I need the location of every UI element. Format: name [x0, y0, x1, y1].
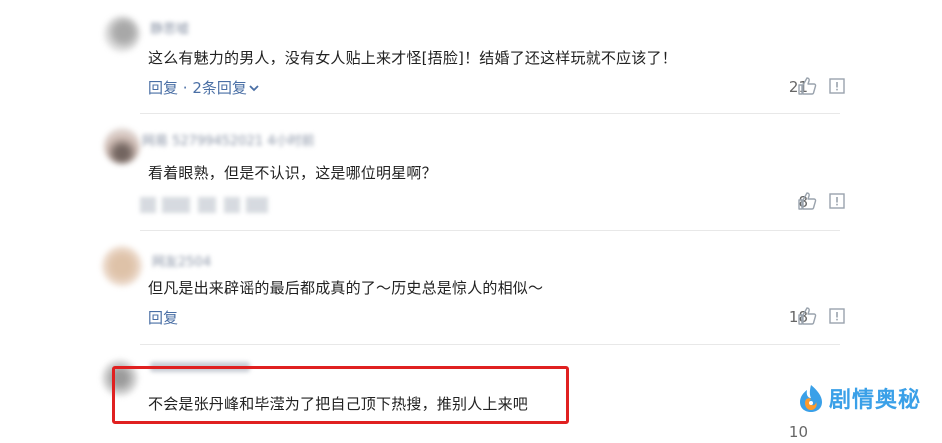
thumbs-up-icon[interactable]: [797, 306, 817, 326]
highlight-box: [112, 366, 569, 424]
watermark-text: 剧情奥秘: [829, 388, 922, 413]
avatar[interactable]: [104, 16, 140, 52]
like-group: 18: [760, 306, 880, 328]
comment-actions: 回复 · 2条回复: [148, 77, 261, 98]
like-group: 10: [760, 421, 880, 443]
view-replies-label: 2条回复: [192, 79, 247, 97]
report-icon[interactable]: [829, 193, 845, 209]
view-replies-button[interactable]: 2条回复: [192, 79, 261, 97]
avatar[interactable]: [102, 246, 142, 286]
watermark-logo-icon: [800, 385, 822, 412]
separator: ·: [182, 79, 188, 97]
comment-text: 这么有魅力的男人，没有女人贴上来才怪[捂脸]！结婚了还这样玩就不应该了！: [148, 49, 677, 67]
report-icon[interactable]: [829, 308, 845, 324]
comment-actions-blurred: [140, 197, 270, 213]
comment-text: 但凡是出来辟谣的最后都成真的了～历史总是惊人的相似～: [148, 279, 544, 297]
like-group: 8: [760, 191, 880, 213]
watermark: 剧情奥秘: [797, 382, 921, 414]
thumbs-up-icon[interactable]: [797, 191, 817, 211]
divider: [140, 113, 840, 114]
chevron-down-icon: [249, 85, 259, 92]
divider: [140, 344, 840, 345]
reply-button[interactable]: 回复: [148, 79, 178, 97]
like-group: 21: [760, 76, 880, 98]
comment-text: 看着眼熟，但是不认识，这是哪位明星啊？: [148, 164, 437, 182]
avatar[interactable]: [104, 128, 140, 164]
reply-button[interactable]: 回复: [148, 309, 178, 327]
divider: [140, 230, 840, 231]
like-count: 10: [788, 423, 808, 441]
comment-actions: 回复: [148, 307, 178, 328]
thumbs-up-icon[interactable]: [797, 76, 817, 96]
comment-username[interactable]: 网易 52799452021 4小时前: [142, 130, 315, 149]
comment-username[interactable]: 网友2504: [152, 251, 211, 270]
comment-username[interactable]: 静思嘘: [150, 18, 189, 37]
report-icon[interactable]: [829, 78, 845, 94]
